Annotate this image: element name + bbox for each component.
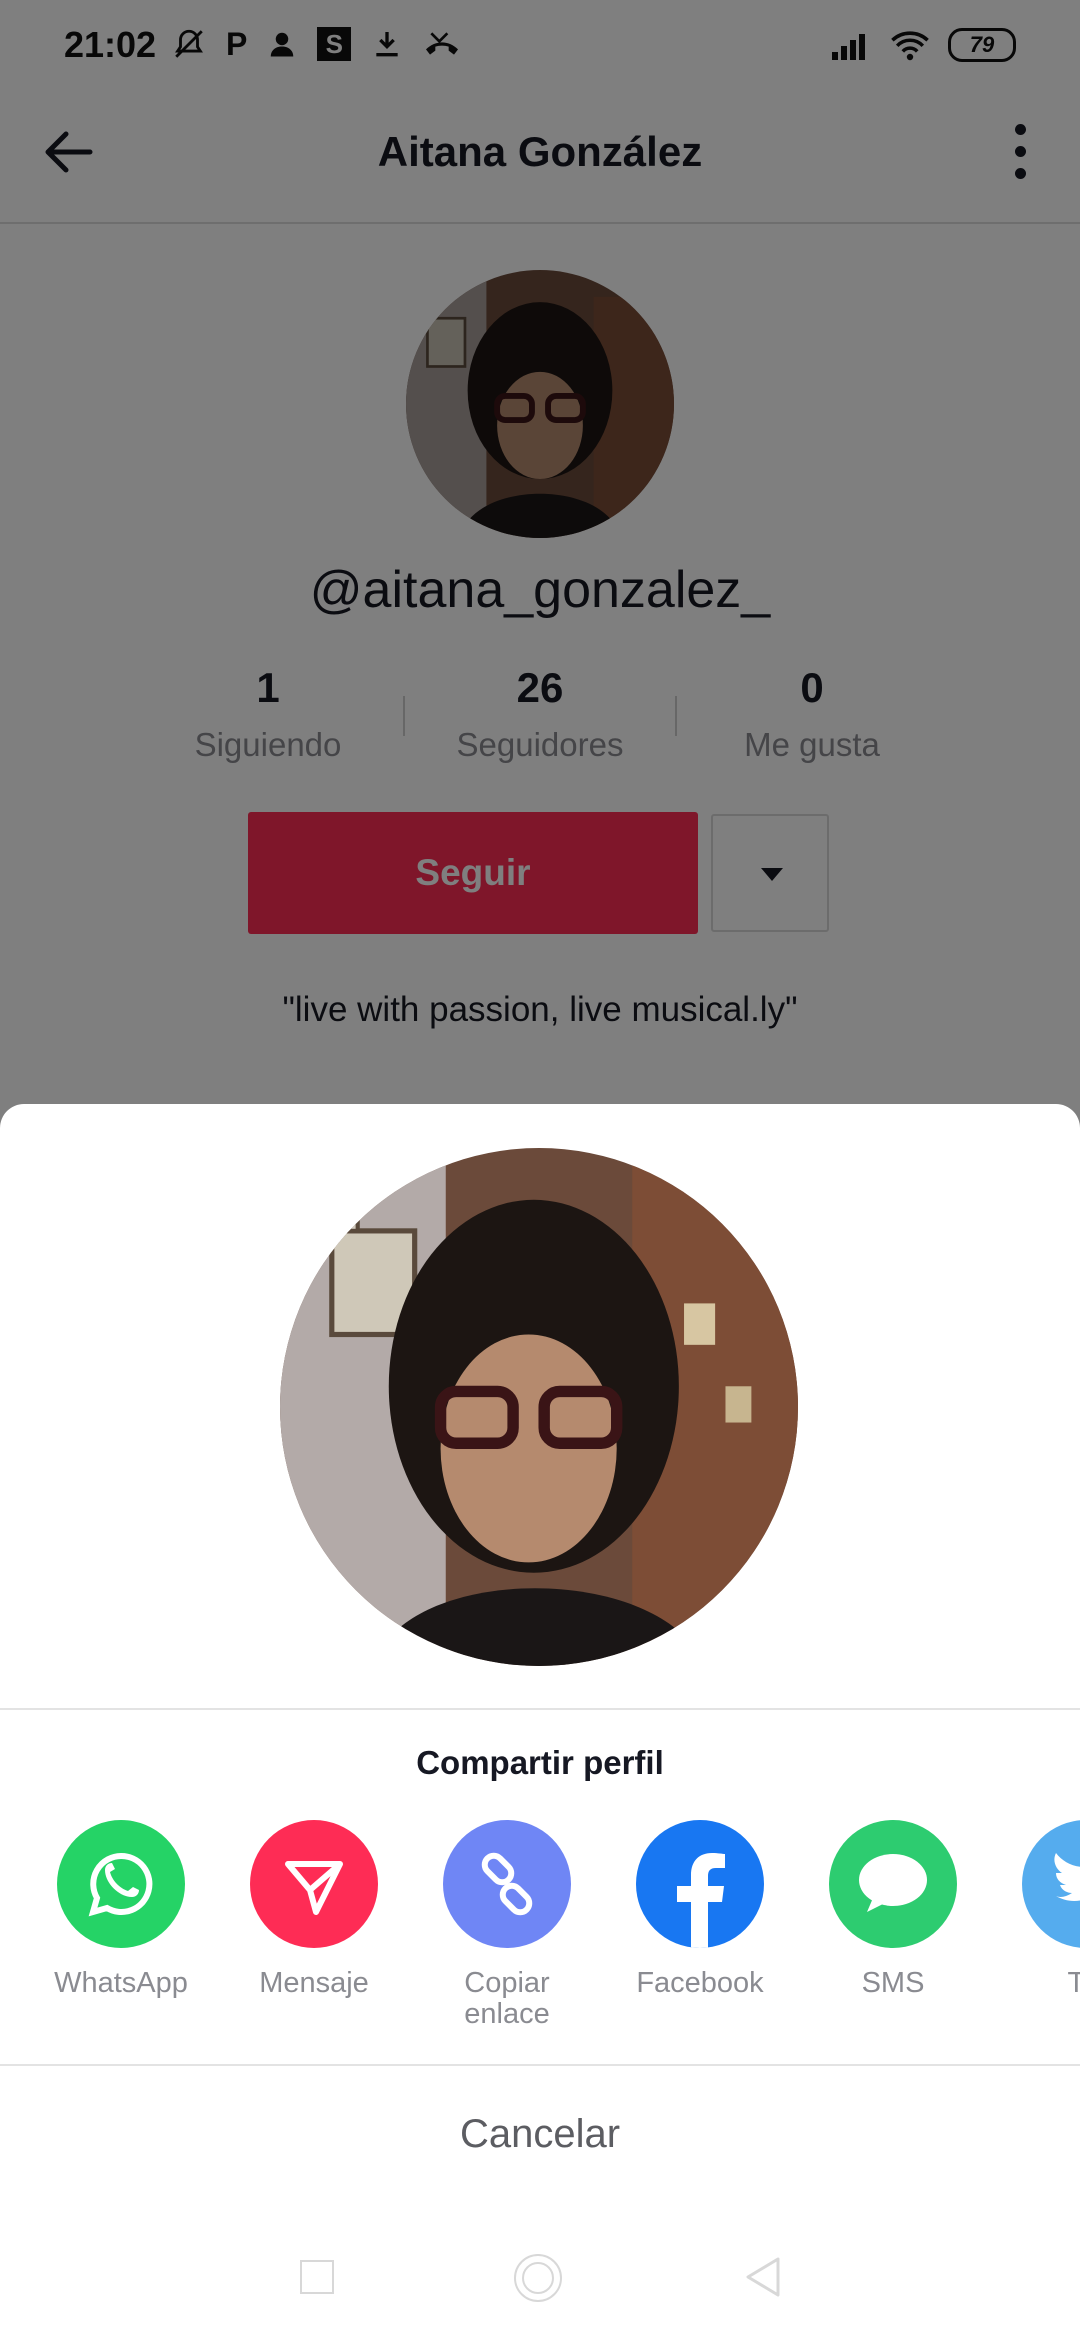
- avatar-large: [280, 1148, 798, 1666]
- share-option-label: Mensaje: [259, 1967, 369, 1999]
- facebook-icon: [636, 1820, 764, 1948]
- share-option-copy-link[interactable]: Copiar enlace: [417, 1820, 597, 2030]
- divider: [0, 2064, 1080, 2066]
- cancel-button[interactable]: Cancelar: [0, 2112, 1080, 2157]
- share-sheet-title: Compartir perfil: [416, 1744, 664, 1781]
- sms-icon: [829, 1820, 957, 1948]
- share-option-sms[interactable]: SMS: [803, 1820, 983, 1999]
- link-icon: [443, 1820, 571, 1948]
- share-option-label: WhatsApp: [54, 1967, 188, 1999]
- system-navigation-bar: [0, 2240, 1080, 2340]
- share-option-message[interactable]: Mensaje: [224, 1820, 404, 1999]
- recents-icon[interactable]: [300, 2260, 334, 2294]
- share-option-facebook[interactable]: Facebook: [610, 1820, 790, 1999]
- divider: [0, 1708, 1080, 1710]
- share-option-label: Tw: [1067, 1967, 1080, 1999]
- home-icon[interactable]: [514, 2254, 562, 2302]
- share-options: WhatsApp Mensaje Copiar enlace Facebook …: [0, 1820, 1080, 2060]
- back-triangle-icon[interactable]: [744, 2256, 782, 2298]
- share-option-label: Facebook: [636, 1967, 764, 1999]
- whatsapp-icon: [57, 1820, 185, 1948]
- share-option-label: SMS: [861, 1967, 925, 1999]
- share-option-twitter[interactable]: Tw: [996, 1820, 1080, 1999]
- send-icon: [250, 1820, 378, 1948]
- share-option-whatsapp[interactable]: WhatsApp: [31, 1820, 211, 1999]
- share-sheet: Compartir perfil WhatsApp Mensaje Copiar…: [0, 1104, 1080, 2340]
- share-option-label: Copiar enlace: [464, 1967, 550, 2030]
- twitter-icon: [1022, 1820, 1080, 1948]
